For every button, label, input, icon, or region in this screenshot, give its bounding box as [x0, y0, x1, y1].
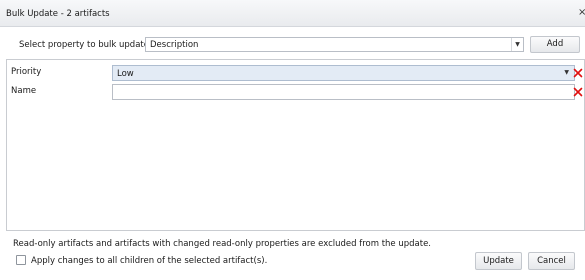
dialog-title: Bulk Update - 2 artifacts	[6, 9, 110, 19]
caret-down-icon[interactable]: ▼	[564, 69, 569, 76]
apply-to-children-label[interactable]: Apply changes to all children of the sel…	[31, 256, 267, 266]
priority-select-value: Low	[117, 69, 134, 79]
property-label-priority: Priority	[11, 67, 42, 77]
add-button[interactable]: Add	[530, 36, 580, 53]
name-input[interactable]	[112, 84, 575, 100]
properties-panel: Priority Low ▼ Name	[6, 59, 585, 231]
caret-down-icon[interactable]: ▼	[511, 38, 523, 51]
property-picker-label: Select property to bulk update:	[19, 40, 152, 50]
close-icon[interactable]: ×	[578, 7, 585, 18]
dialog-titlebar: Bulk Update - 2 artifacts ×	[0, 0, 585, 27]
read-only-note: Read-only artifacts and artifacts with c…	[13, 239, 432, 249]
remove-name-icon[interactable]	[573, 87, 583, 97]
apply-to-children-checkbox[interactable]	[16, 255, 26, 265]
property-select-value: Description	[150, 40, 199, 50]
update-button[interactable]: Update	[475, 252, 522, 270]
cancel-button[interactable]: Cancel	[528, 252, 575, 270]
property-label-name: Name	[11, 86, 37, 96]
property-select[interactable]: Description ▼	[145, 37, 524, 52]
priority-select[interactable]: Low ▼	[112, 65, 575, 81]
remove-priority-icon[interactable]	[573, 68, 583, 78]
